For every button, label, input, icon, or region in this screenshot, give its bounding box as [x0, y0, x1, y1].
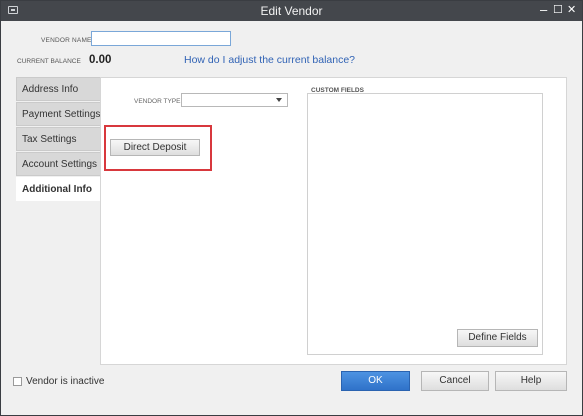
- additional-info-panel: VENDOR TYPE Direct Deposit CUSTOM FIELDS…: [100, 77, 567, 365]
- vendor-type-label: VENDOR TYPE: [134, 98, 181, 105]
- edit-vendor-window: Edit Vendor – ☐ ✕ VENDOR NAME CURRENT BA…: [0, 0, 583, 416]
- vendor-inactive-label[interactable]: Vendor is inactive: [26, 376, 104, 387]
- adjust-balance-help-link[interactable]: How do I adjust the current balance?: [184, 54, 355, 66]
- ok-button[interactable]: OK: [341, 371, 410, 391]
- minimize-icon[interactable]: –: [540, 2, 547, 18]
- current-balance-value: 0.00: [89, 54, 112, 66]
- vendor-tabs: Address Info Payment Settings Tax Settin…: [16, 77, 101, 202]
- cancel-button[interactable]: Cancel: [421, 371, 489, 391]
- direct-deposit-button[interactable]: Direct Deposit: [110, 139, 200, 156]
- vendor-name-label: VENDOR NAME: [41, 37, 92, 44]
- custom-fields-box: [307, 93, 543, 355]
- current-balance-label: CURRENT BALANCE: [17, 58, 81, 65]
- tab-additional-info[interactable]: Additional Info: [16, 177, 101, 201]
- title-bar[interactable]: Edit Vendor – ☐ ✕: [1, 1, 582, 21]
- define-fields-button[interactable]: Define Fields: [457, 329, 538, 347]
- maximize-icon[interactable]: ☐: [553, 2, 563, 18]
- tab-tax-settings[interactable]: Tax Settings: [16, 127, 101, 151]
- window-title: Edit Vendor: [260, 4, 323, 18]
- vendor-name-input[interactable]: [91, 31, 231, 46]
- vendor-inactive-checkbox[interactable]: [13, 377, 22, 386]
- close-icon[interactable]: ✕: [567, 2, 576, 18]
- tab-payment-settings[interactable]: Payment Settings: [16, 102, 101, 126]
- vendor-type-dropdown[interactable]: [181, 93, 288, 107]
- help-button[interactable]: Help: [495, 371, 567, 391]
- tab-address-info[interactable]: Address Info: [16, 77, 101, 101]
- tab-account-settings[interactable]: Account Settings: [16, 152, 101, 176]
- chevron-down-icon[interactable]: [276, 98, 282, 102]
